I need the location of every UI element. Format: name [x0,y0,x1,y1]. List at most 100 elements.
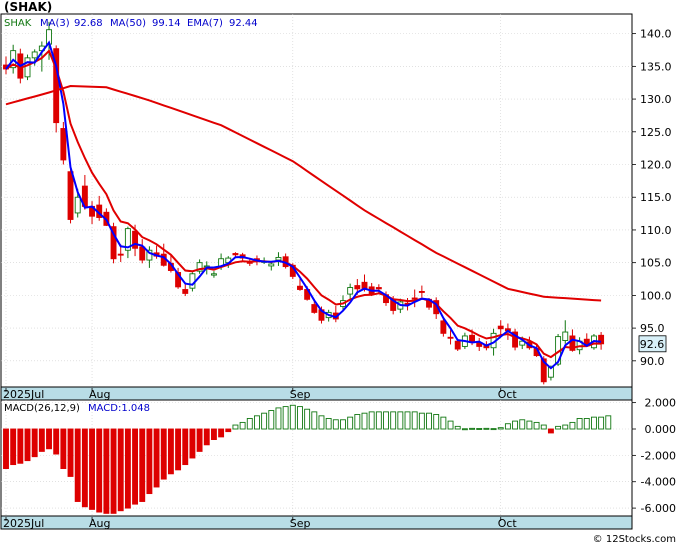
legend-item: 92.68 [74,18,103,29]
macd-bar-negative [225,428,232,433]
copyright: © 12Stocks.com [593,534,676,545]
macd-bar-positive [433,414,440,430]
macd-bar-negative [117,428,124,512]
macd-bar-positive [411,411,418,430]
macd-bar-negative [175,428,182,471]
macd-bar-positive [590,416,597,430]
candle-body-down [497,325,504,330]
macd-bar-positive [583,418,590,430]
macd-bar-positive [354,414,361,430]
x-tick-label: 2025Jul [3,517,44,530]
candle [512,328,519,351]
macd-bar-positive [397,411,404,430]
price-tick-label: 120.0 [640,159,672,172]
macd-bar-positive [569,421,576,430]
macd-bar-positive [347,416,354,430]
macd-bar-positive [512,420,519,430]
macd-bar-negative [182,428,189,466]
macd-bar-positive [504,423,511,430]
macd-bar-positive [275,407,282,430]
macd-bar-negative [139,428,146,502]
macd-bar-positive [239,421,246,430]
x-tick-label: Oct [498,517,518,530]
candle-body-up [74,196,81,214]
price-tick-label: 110.0 [640,224,672,237]
macd-bar-positive [375,411,382,430]
macd-bar-positive [526,420,533,430]
macd-bar-positive [533,421,540,430]
macd-tick-label: 2.000 [645,397,677,410]
legend-item: MA(50) [110,18,146,29]
price-panel-frame [0,13,633,388]
price-tick-label: 125.0 [640,126,672,139]
macd-bar-positive [282,406,289,430]
macd-bar-positive [483,427,490,430]
macd-label: MACD(26,12,9) [4,403,80,414]
macd-bar-positive [598,416,605,430]
macd-bar-negative [17,428,24,464]
candle-body-up [189,273,196,289]
macd-bar-negative [196,428,203,452]
x-tick-label: Aug [89,388,110,401]
macd-bar-negative [146,428,153,495]
macd-bar-negative [67,428,74,477]
legend-item: 99.14 [152,18,181,29]
macd-bar-negative [81,428,88,508]
x-tick-label: Aug [89,517,110,530]
macd-bar-negative [103,428,110,514]
macd-bar-positive [497,427,504,430]
macd-bar-positive [332,419,339,430]
candle-body-down [411,297,418,300]
macd-bar-positive [304,408,311,430]
x-tick-label: 2025Jul [3,388,44,401]
macd-bar-negative [189,428,196,459]
macd-bar-positive [361,412,368,430]
legend-item: EMA(7) [187,18,223,29]
macd-bar-negative [60,428,67,469]
macd-bar-negative [10,428,17,466]
macd-bar-positive [440,416,447,430]
macd-bar-positive [390,411,397,430]
candle-body-up [347,287,354,295]
price-tick-label: 105.0 [640,257,672,270]
macd-bar-negative [74,428,81,502]
macd-bar-positive [461,428,468,431]
macd-bar-positive [576,418,583,430]
macd-bar-positive [562,424,569,430]
legend-item: 92.44 [229,18,258,29]
candle-body-down [232,253,239,256]
macd-bar-negative [53,428,60,455]
macd-bar-negative [110,428,117,514]
macd-bar-positive [311,411,318,430]
price-tick-label: 130.0 [640,93,672,106]
macd-bar-positive [325,418,332,430]
macd-bar-positive [476,428,483,430]
macd-bar-negative [547,428,554,434]
macd-bar-positive [426,412,432,430]
legend-item: SHAK [4,18,32,29]
candle-body-down [182,289,189,294]
macd-bar-positive [246,418,253,430]
macd-panel: MACD(26,12,9) MACD:1.048 2.000 0.000 -2.00… [0,397,677,517]
macd-bar-negative [160,428,167,480]
candle [60,121,67,165]
macd-value-label: MACD:1.048 [88,403,150,414]
macd-bar-positive [253,415,260,430]
price-legend: SHAK MA(3) 92.68 MA(50) 99.14 EMA(7) 92.44 [4,18,258,29]
macd-bar-negative [210,428,217,440]
candle-body-down [354,285,361,290]
macd-bar-negative [96,428,103,513]
price-tick-label: 95.0 [640,322,665,335]
macd-tick-label: -4.000 [641,476,676,489]
macd-bar-negative [89,428,95,510]
stock-chart: (SHAK) SHAK MA(3) 92.68 MA(50) 99.14 EMA(7) 92… [0,0,680,546]
macd-bar-positive [289,404,296,430]
macd-bar-negative [167,428,174,475]
macd-bar-positive [340,419,346,430]
candle-body-down [139,246,146,261]
macd-bar-negative [3,428,9,469]
macd-bar-negative [153,428,160,488]
macd-bar-positive [297,406,303,430]
candle [24,54,31,81]
last-price-label: 92.6 [638,335,667,353]
